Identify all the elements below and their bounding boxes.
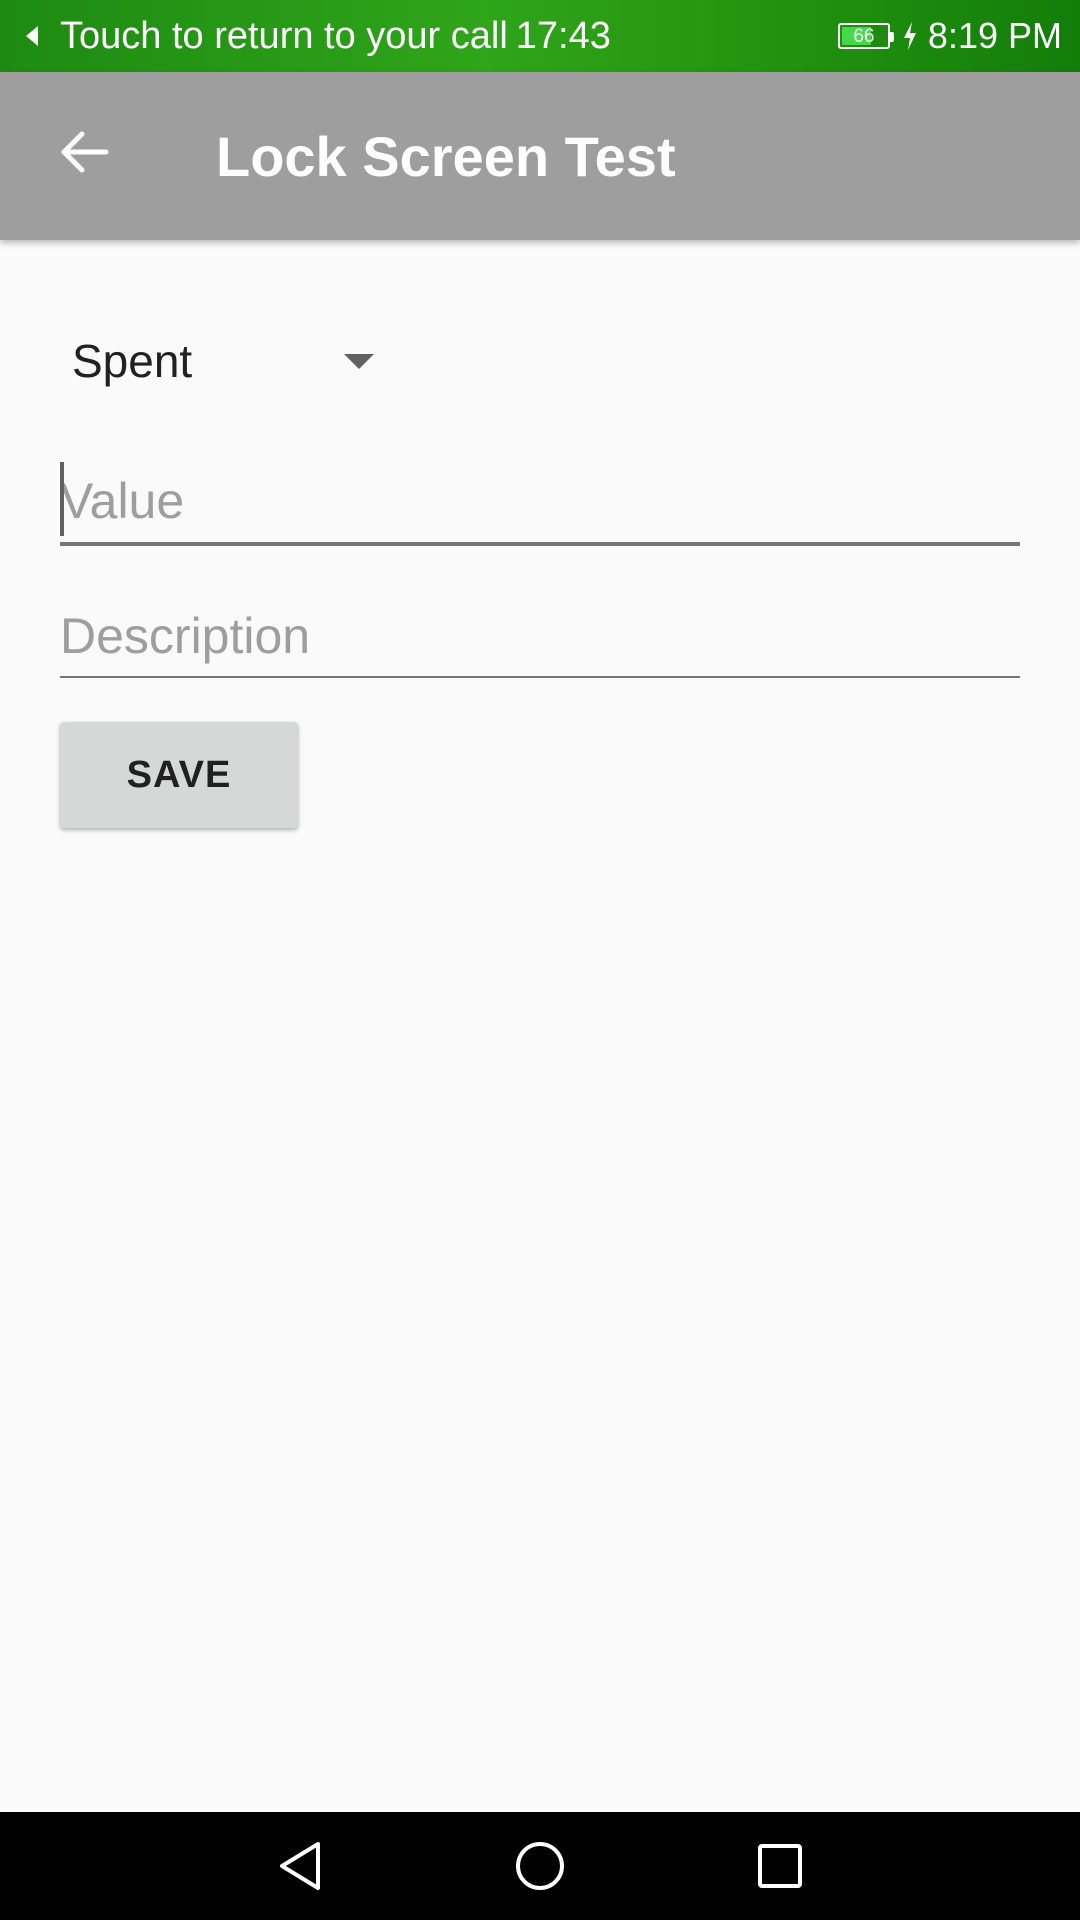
nav-home-button[interactable] <box>504 1830 576 1902</box>
description-input[interactable] <box>60 596 1020 676</box>
text-cursor <box>60 462 64 536</box>
battery-icon: 66 <box>837 23 894 49</box>
charging-icon <box>903 22 916 50</box>
status-indicators: 66 8:19 PM <box>837 0 1062 72</box>
nav-recents-button[interactable] <box>744 1830 816 1902</box>
back-button[interactable] <box>44 112 124 192</box>
status-clock: 8:19 PM <box>927 15 1062 56</box>
category-spinner[interactable]: Spent <box>60 320 390 402</box>
spinner-selected-value: Spent <box>72 335 193 387</box>
status-bar[interactable]: Touch to return to your call 17:43 66 8:… <box>0 0 1080 72</box>
value-input[interactable] <box>60 460 1020 542</box>
call-timer: 17:43 <box>515 14 611 57</box>
description-field-container <box>60 596 1020 678</box>
call-return-text: Touch to return to your call <box>60 14 508 57</box>
value-field-container <box>60 460 1020 546</box>
battery-cap <box>889 32 894 42</box>
screen: Touch to return to your call 17:43 66 8:… <box>0 0 1080 1920</box>
dropdown-arrow-icon <box>344 354 374 369</box>
page-title: Lock Screen Test <box>216 124 676 188</box>
call-return-banner[interactable]: Touch to return to your call 17:43 <box>26 0 611 72</box>
nav-back-button[interactable] <box>264 1830 336 1902</box>
app-bar: Lock Screen Test <box>0 72 1080 240</box>
navigation-bar <box>0 1812 1080 1920</box>
save-button[interactable]: SAVE <box>60 722 298 828</box>
nav-recents-icon <box>758 1844 802 1888</box>
arrow-left-icon <box>61 131 109 173</box>
nav-home-icon <box>516 1842 564 1890</box>
call-return-arrow-icon <box>26 26 38 46</box>
battery-level: 66 <box>853 25 875 47</box>
nav-back-icon <box>280 1842 320 1890</box>
